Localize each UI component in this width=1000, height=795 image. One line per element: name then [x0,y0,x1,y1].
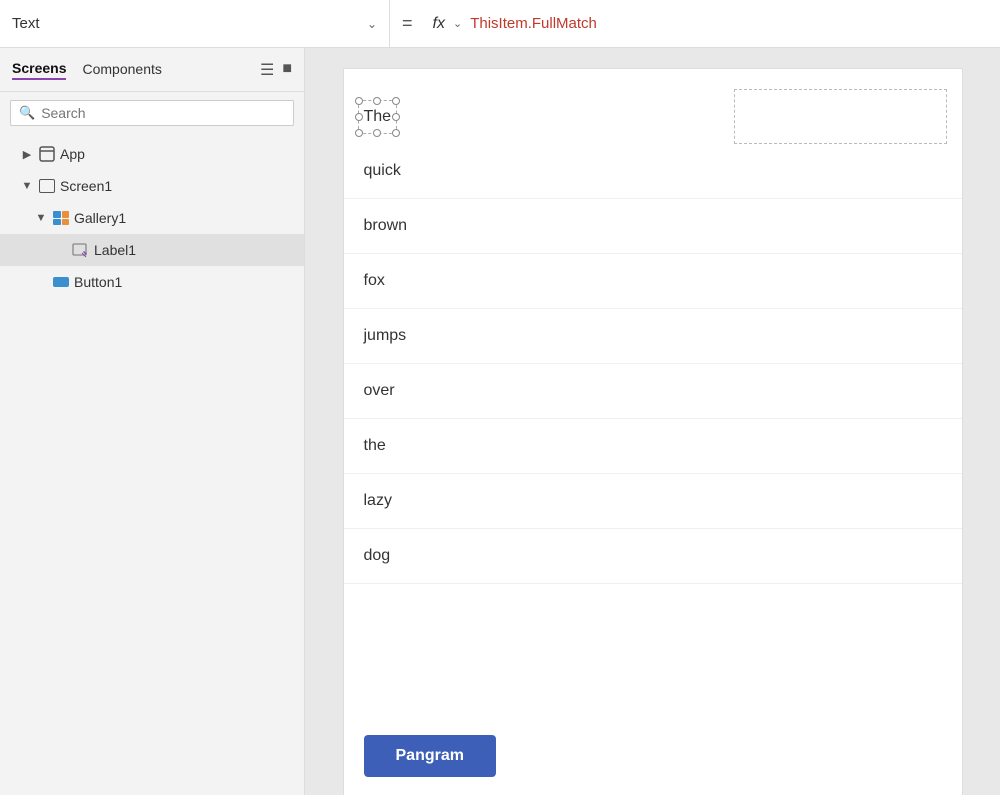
gallery1-expand-arrow: ▼ [34,212,48,224]
label-selected-wrapper: The [364,108,392,126]
sidebar-tabs: Screens Components ☰ ■ [0,48,304,92]
gallery-item-7-text: lazy [364,492,392,510]
gallery-item-4[interactable]: jumps [344,309,962,364]
gallery-item-0-text: The [364,108,392,125]
gallery-item-3[interactable]: fox [344,254,962,309]
top-bar: Text ⌄ = fx ⌄ ThisItem.FullMatch [0,0,1000,48]
canvas-area: The quick [305,48,1000,795]
button1-label: Button1 [74,274,122,290]
search-input[interactable] [41,105,285,121]
app-expand-arrow: ▶ [20,148,34,161]
handle-mr[interactable] [392,113,400,121]
app-icon [38,145,56,163]
screen1-expand-arrow: ▼ [20,180,34,192]
gallery-item-2[interactable]: brown [344,199,962,254]
property-dropdown[interactable]: Text ⌄ [0,0,390,47]
gallery-item-6[interactable]: the [344,419,962,474]
gallery-item-7[interactable]: lazy [344,474,962,529]
gallery-item-5-text: over [364,382,395,400]
list-view-icon[interactable]: ☰ [260,60,274,80]
screen-icon [38,177,56,195]
tree-item-app[interactable]: ▶ App [0,138,304,170]
handle-tm[interactable] [373,97,381,105]
label-icon [72,241,90,259]
sidebar-tab-icons: ☰ ■ [260,60,292,80]
tree-area: ▶ App ▼ Screen1 ▼ [0,134,304,795]
handle-ml[interactable] [355,113,363,121]
tree-item-button1[interactable]: Button1 [0,266,304,298]
tab-components[interactable]: Components [82,61,161,79]
sidebar: Screens Components ☰ ■ 🔍 ▶ App ▼ [0,48,305,795]
gallery-item-1[interactable]: quick [344,144,962,199]
tab-screens[interactable]: Screens [12,60,66,80]
fx-icon: fx [433,15,445,33]
gallery-icon [52,209,70,227]
gallery-first-item[interactable]: The [344,89,962,144]
handle-tl[interactable] [355,97,363,105]
handle-tr[interactable] [392,97,400,105]
equals-sign: = [390,13,425,34]
gallery-item-8-text: dog [364,547,391,565]
property-select-value: Text [12,15,359,32]
gallery-item-8[interactable]: dog [344,529,962,584]
main-area: Screens Components ☰ ■ 🔍 ▶ App ▼ [0,48,1000,795]
search-bar: 🔍 [10,100,294,126]
property-chevron-icon: ⌄ [367,17,377,31]
tree-item-label1[interactable]: Label1 [0,234,304,266]
search-icon: 🔍 [19,105,35,121]
gallery-item-2-text: brown [364,217,408,235]
app-label: App [60,146,85,162]
gallery-item-6-text: the [364,437,386,455]
handle-bm[interactable] [373,129,381,137]
formula-text[interactable]: ThisItem.FullMatch [470,15,597,32]
gallery1-label: Gallery1 [74,210,126,226]
gallery-item-3-text: fox [364,272,385,290]
gallery-item-4-text: jumps [364,327,407,345]
canvas-frame: The quick [343,68,963,795]
tree-item-gallery1[interactable]: ▼ Gallery1 [0,202,304,234]
formula-bar: fx ⌄ ThisItem.FullMatch [425,15,1000,33]
label1-label: Label1 [94,242,136,258]
pangram-button[interactable]: Pangram [364,735,496,777]
tree-item-screen1[interactable]: ▼ Screen1 [0,170,304,202]
gallery-item-5[interactable]: over [344,364,962,419]
screen1-label: Screen1 [60,178,112,194]
handle-bl[interactable] [355,129,363,137]
handle-br[interactable] [392,129,400,137]
grid-view-icon[interactable]: ■ [282,60,292,80]
gallery-item-1-text: quick [364,162,401,180]
fx-chevron-icon: ⌄ [453,17,462,30]
button-icon [52,273,70,291]
